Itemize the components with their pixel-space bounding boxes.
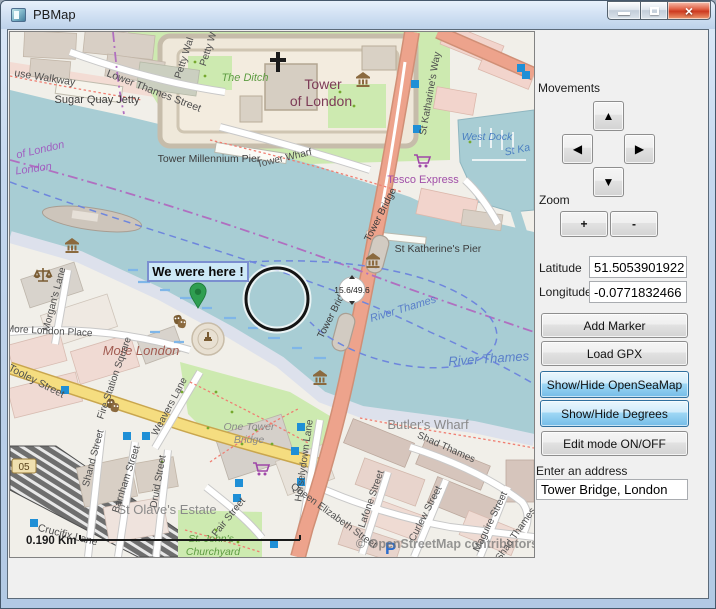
address-field[interactable] bbox=[536, 479, 688, 500]
toggle-openseamap-button[interactable]: Show/Hide OpenSeaMap bbox=[540, 371, 689, 398]
svg-text:Tesco Express: Tesco Express bbox=[387, 174, 459, 186]
longitude-label: Longitude bbox=[539, 285, 592, 299]
svg-text:The Ditch: The Ditch bbox=[221, 72, 268, 84]
load-gpx-button[interactable]: Load GPX bbox=[541, 341, 688, 366]
move-up-button[interactable]: ▲ bbox=[593, 101, 624, 131]
svg-text:We were here !: We were here ! bbox=[152, 264, 244, 279]
address-label: Enter an address bbox=[536, 464, 627, 478]
svg-text:Butler's Wharf: Butler's Wharf bbox=[387, 417, 469, 432]
up-arrow-icon: ▲ bbox=[603, 109, 615, 123]
close-icon: × bbox=[685, 3, 693, 19]
zoom-out-button[interactable]: - bbox=[610, 211, 658, 237]
svg-text:Sugar Quay Jetty: Sugar Quay Jetty bbox=[55, 94, 140, 106]
title-bar[interactable]: PBMap × bbox=[1, 1, 715, 29]
svg-text:West Dock: West Dock bbox=[462, 131, 513, 143]
map-svg: P 05 use Walkway Lower Thames Street bbox=[10, 32, 534, 557]
latitude-label: Latitude bbox=[539, 261, 582, 275]
zoom-in-button[interactable]: + bbox=[560, 211, 608, 237]
left-arrow-icon: ◀ bbox=[573, 142, 582, 156]
maximize-icon bbox=[650, 7, 659, 15]
svg-text:St Olave's Estate: St Olave's Estate bbox=[117, 502, 216, 517]
app-window: PBMap × bbox=[0, 0, 716, 609]
zoom-label: Zoom bbox=[539, 193, 570, 207]
route-shield: 05 bbox=[12, 459, 36, 473]
minimize-icon bbox=[618, 12, 630, 15]
latitude-field[interactable] bbox=[589, 256, 687, 278]
maximize-button[interactable] bbox=[640, 1, 667, 20]
add-marker-button[interactable]: Add Marker bbox=[541, 313, 688, 338]
right-arrow-icon: ▶ bbox=[635, 142, 644, 156]
svg-text:0.190 Km: 0.190 Km bbox=[26, 535, 77, 547]
svg-text:St Katherine's Pier: St Katherine's Pier bbox=[395, 243, 482, 255]
map-canvas[interactable]: P 05 use Walkway Lower Thames Street bbox=[9, 31, 535, 558]
down-arrow-icon: ▼ bbox=[603, 175, 615, 189]
scoop-amphitheatre bbox=[192, 323, 224, 355]
marker-label[interactable]: We were here ! bbox=[148, 262, 248, 281]
svg-text:Tower Millennium Pier: Tower Millennium Pier bbox=[158, 153, 261, 165]
svg-text:Churchyard: Churchyard bbox=[186, 546, 241, 557]
movements-label: Movements bbox=[538, 81, 600, 95]
close-button[interactable]: × bbox=[667, 1, 711, 20]
move-down-button[interactable]: ▼ bbox=[593, 167, 624, 197]
app-icon bbox=[11, 8, 26, 22]
svg-text:of London: of London bbox=[290, 93, 352, 109]
minimize-button[interactable] bbox=[607, 1, 640, 20]
map-attribution: © OpenStreetMap contributors bbox=[356, 537, 534, 551]
longitude-field[interactable] bbox=[589, 281, 687, 303]
svg-text:05: 05 bbox=[18, 462, 30, 473]
edit-mode-button[interactable]: Edit mode ON/OFF bbox=[541, 431, 688, 456]
move-right-button[interactable]: ▶ bbox=[624, 134, 655, 164]
svg-text:One Tower: One Tower bbox=[224, 421, 275, 433]
move-left-button[interactable]: ◀ bbox=[562, 134, 593, 164]
client-area: P 05 use Walkway Lower Thames Street bbox=[7, 29, 709, 599]
svg-text:More London: More London bbox=[103, 343, 180, 358]
svg-text:15.6/49.6: 15.6/49.6 bbox=[334, 285, 370, 295]
svg-text:Bridge: Bridge bbox=[234, 434, 265, 446]
window-title: PBMap bbox=[33, 7, 76, 22]
svg-text:Tower: Tower bbox=[304, 76, 342, 92]
toggle-degrees-button[interactable]: Show/Hide Degrees bbox=[540, 400, 689, 427]
